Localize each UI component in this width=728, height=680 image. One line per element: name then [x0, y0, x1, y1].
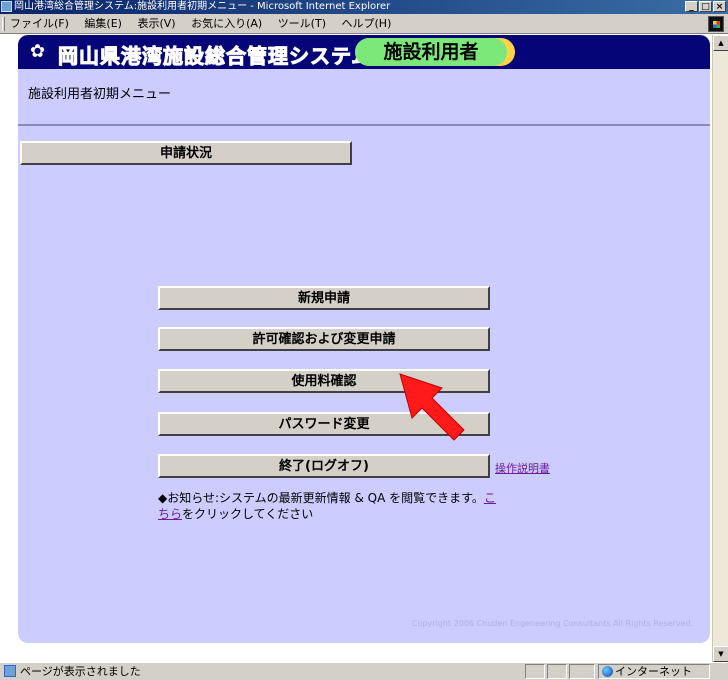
- page-icon: [4, 665, 16, 677]
- scroll-up-icon[interactable]: ▲: [713, 35, 728, 51]
- page-subtitle: 施設利用者初期メニュー: [28, 87, 172, 102]
- toolbar-grip[interactable]: [2, 17, 5, 31]
- close-button[interactable]: ×: [713, 1, 726, 12]
- status-pane: [525, 664, 545, 679]
- logout-button[interactable]: 終了(ログオフ): [158, 454, 490, 478]
- windows-logo-icon: [708, 16, 724, 32]
- window-title-bar[interactable]: 岡山港湾総合管理システム:施設利用者初期メニュー - Microsoft Int…: [0, 0, 728, 14]
- role-label: 施設利用者: [355, 38, 507, 66]
- status-pane: [547, 664, 567, 679]
- menu-favorites[interactable]: お気に入り(A): [191, 17, 262, 30]
- menu-tools[interactable]: ツール(T): [278, 17, 326, 30]
- pointer-arrow-icon: [399, 373, 465, 441]
- ie-app-icon: [1, 1, 12, 12]
- menu-edit[interactable]: 編集(E): [84, 17, 122, 30]
- system-title: 岡山県港湾施設総合管理システム: [57, 44, 373, 69]
- manual-link[interactable]: 操作説明書: [495, 460, 550, 476]
- system-banner: ✿ 岡山県港湾施設総合管理システム 施設利用者: [18, 35, 710, 69]
- page-subheader: 施設利用者初期メニュー: [18, 69, 710, 126]
- zone-label: インターネット: [615, 665, 692, 678]
- status-bar: ページが表示されました インターネット: [0, 662, 728, 680]
- menu-view[interactable]: 表示(V): [137, 17, 175, 30]
- globe-icon: [602, 666, 613, 677]
- flower-icon: ✿: [30, 41, 46, 62]
- security-zone: インターネット: [598, 664, 710, 679]
- notice-text: ◆お知らせ:システムの最新更新情報 & QA を閲覧できます。こちらをクリックし…: [158, 490, 498, 522]
- maximize-button[interactable]: □: [699, 1, 712, 12]
- new-application-button[interactable]: 新規申請: [158, 286, 490, 310]
- application-status-button[interactable]: 申請状況: [20, 141, 352, 165]
- menu-file[interactable]: ファイル(F): [10, 17, 69, 30]
- scroll-down-icon[interactable]: ▼: [713, 646, 728, 662]
- menu-help[interactable]: ヘルプ(H): [342, 17, 392, 30]
- permit-check-button[interactable]: 許可確認および変更申請: [158, 327, 490, 351]
- notice-suffix: をクリックしてください: [182, 507, 314, 521]
- browser-viewport: ✿ 岡山県港湾施設総合管理システム 施設利用者 施設利用者初期メニュー 申請状況…: [0, 35, 728, 662]
- status-pane: [569, 664, 595, 679]
- minimize-button[interactable]: _: [685, 1, 698, 12]
- notice-prefix: ◆お知らせ:システムの最新更新情報 & QA を閲覧できます。: [158, 491, 484, 505]
- menu-bar: ファイル(F) 編集(E) 表示(V) お気に入り(A) ツール(T) ヘルプ(…: [0, 14, 728, 34]
- window-title: 岡山港湾総合管理システム:施設利用者初期メニュー - Microsoft Int…: [14, 1, 391, 12]
- app-page: ✿ 岡山県港湾施設総合管理システム 施設利用者 施設利用者初期メニュー 申請状況…: [18, 35, 710, 643]
- status-text: ページが表示されました: [20, 665, 141, 678]
- vertical-scrollbar[interactable]: ▲ ▼: [712, 35, 728, 662]
- copyright-text: Copyright 2006 Chuden Engeneering Consul…: [412, 619, 694, 628]
